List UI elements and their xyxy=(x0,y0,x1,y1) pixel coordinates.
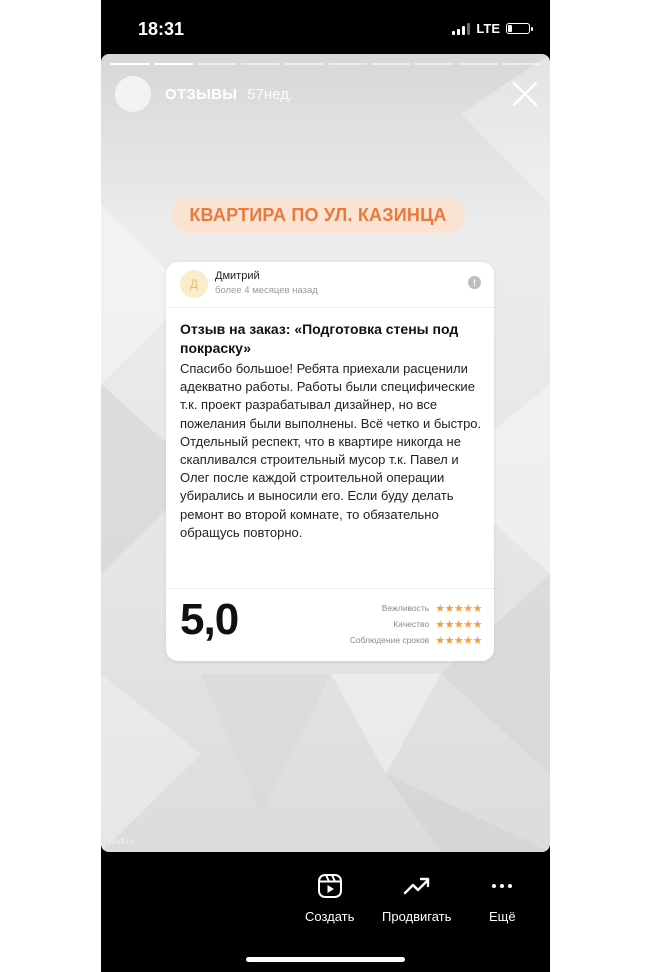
more-dots-icon xyxy=(492,884,513,888)
rating-row: Соблюдение сроков ★★★★★ xyxy=(349,632,483,648)
reviewer-name: Дмитрий xyxy=(215,270,260,282)
stars-icon: ★★★★★ xyxy=(435,634,482,647)
more-label: Ещё xyxy=(489,909,516,924)
account-avatar[interactable] xyxy=(115,76,151,112)
close-icon xyxy=(512,81,538,107)
ratings-list: Вежливость ★★★★★ Качество ★★★★★ Соблюден… xyxy=(349,600,483,648)
promote-button[interactable]: Продвигать xyxy=(382,873,451,924)
review-text: Спасибо большое! Ребята приехали расцени… xyxy=(180,361,482,540)
rating-row: Качество ★★★★★ xyxy=(350,616,482,632)
reviewer-avatar: Д xyxy=(180,270,208,298)
home-indicator[interactable] xyxy=(246,957,405,962)
stars-icon: ★★★★★ xyxy=(435,618,482,631)
create-button[interactable]: Создать xyxy=(305,873,354,924)
review-title: Отзыв на заказ: «Подготовка стены под по… xyxy=(180,321,459,356)
more-button[interactable]: Ещё xyxy=(489,873,516,924)
watermark: profi.ru xyxy=(109,837,134,846)
story-header: ОТЗЫВЫ 57нед. xyxy=(115,76,293,112)
rating-label: Вежливость xyxy=(381,603,430,613)
rating-label: Качество xyxy=(393,619,430,629)
story-progress xyxy=(110,63,541,65)
stars-icon: ★★★★★ xyxy=(435,602,482,615)
phone-screen: 18:31 LTE ОТЗЫВЫ 57нед. КВАРТИРА ПО УЛ. … xyxy=(101,0,550,972)
signal-icon xyxy=(452,22,471,35)
battery-icon xyxy=(506,23,533,34)
info-icon[interactable]: ! xyxy=(468,276,481,289)
status-time: 18:31 xyxy=(138,19,185,39)
network-label: LTE xyxy=(476,21,500,36)
divider xyxy=(166,307,494,308)
close-button[interactable] xyxy=(510,79,540,109)
create-label: Создать xyxy=(305,909,355,924)
review-date: более 4 месяцев назад xyxy=(215,285,318,296)
divider xyxy=(166,588,494,589)
story-age: 57нед. xyxy=(247,85,294,103)
story-actions: Создать Продвигать Ещё xyxy=(101,873,550,933)
rating-row: Вежливость ★★★★★ xyxy=(350,600,483,616)
title-banner: КВАРТИРА ПО УЛ. КАЗИНЦА xyxy=(171,197,465,233)
reels-icon xyxy=(317,874,342,898)
account-name[interactable]: ОТЗЫВЫ xyxy=(165,86,237,103)
review-card: Д Дмитрий более 4 месяцев назад ! Отзыв … xyxy=(166,262,494,661)
rating-label: Соблюдение сроков xyxy=(349,635,430,645)
story-viewer[interactable]: ОТЗЫВЫ 57нед. КВАРТИРА ПО УЛ. КАЗИНЦА Д … xyxy=(101,54,550,852)
status-indicators: LTE xyxy=(452,21,533,36)
promote-label: Продвигать xyxy=(382,909,452,924)
trend-up-icon xyxy=(403,877,429,895)
overall-score: 5,0 xyxy=(180,595,239,644)
